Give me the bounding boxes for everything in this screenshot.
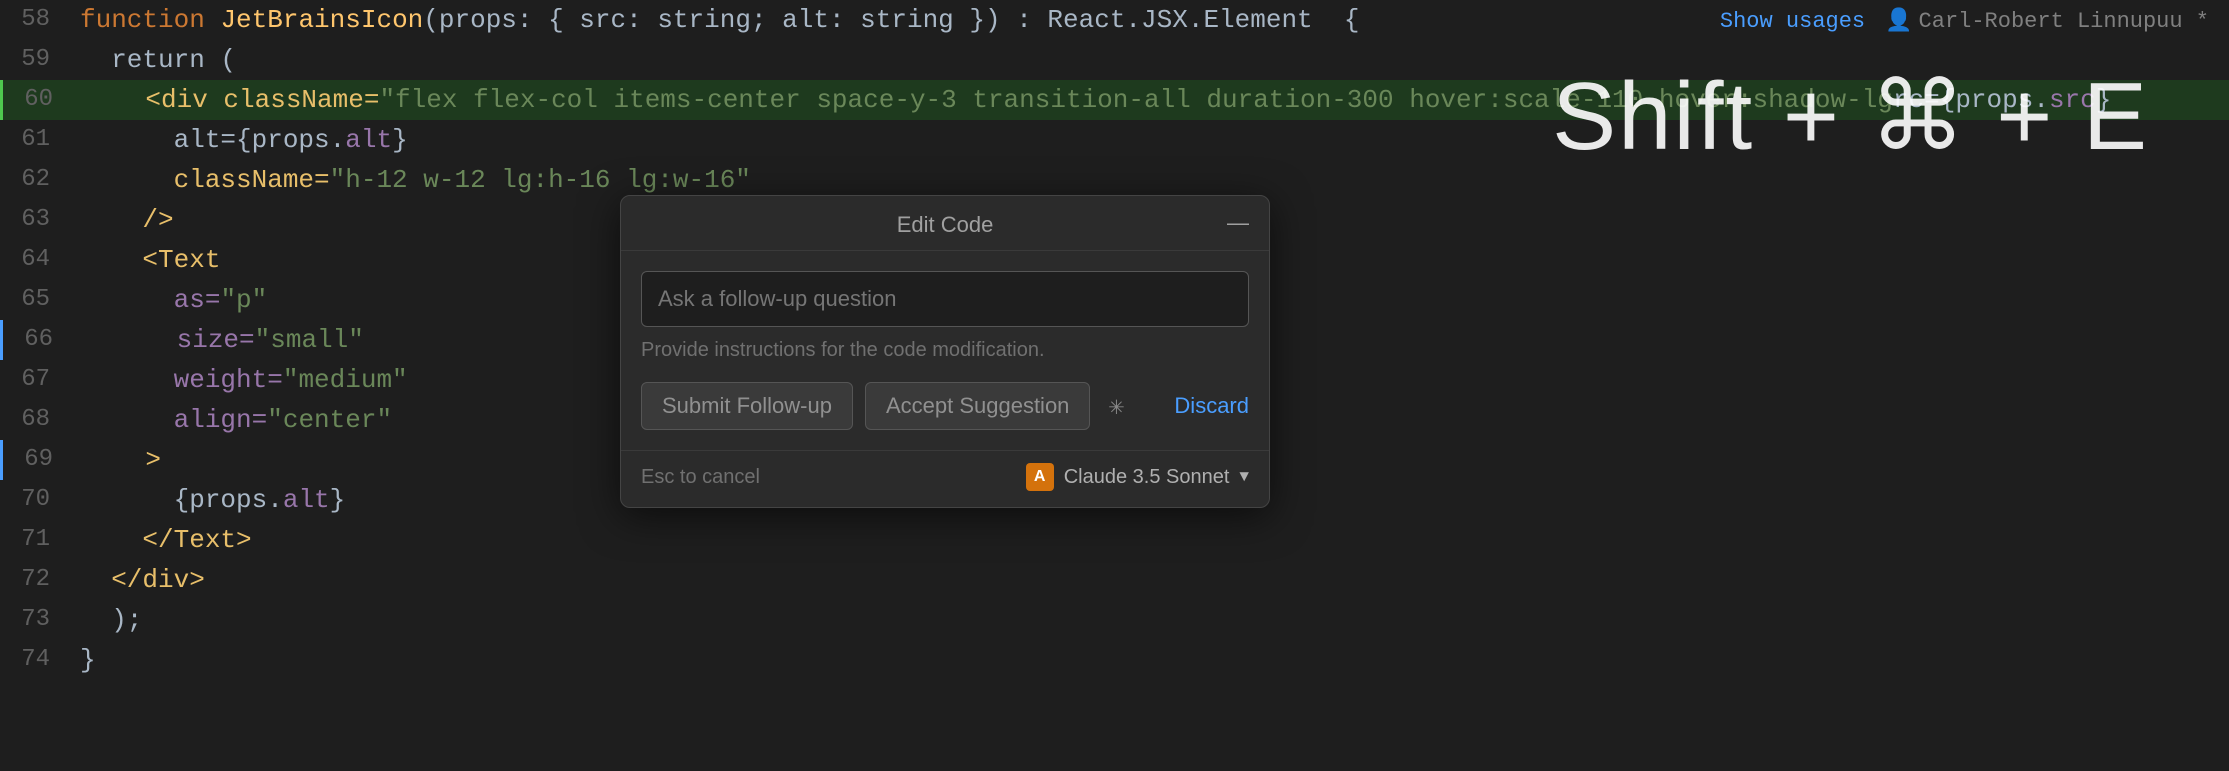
line-number: 62	[0, 160, 70, 200]
modal-actions: Submit Follow-up Accept Suggestion ✳ Dis…	[641, 382, 1249, 430]
show-usages-link[interactable]: Show usages	[1720, 9, 1865, 34]
edit-code-modal: Edit Code — Provide instructions for the…	[620, 195, 1270, 508]
modal-footer: Esc to cancel A Claude 3.5 Sonnet ▼	[621, 450, 1269, 507]
line-content: }	[70, 640, 2229, 680]
line-number: 73	[0, 600, 70, 640]
line-number: 59	[0, 40, 70, 80]
submit-followup-button[interactable]: Submit Follow-up	[641, 382, 853, 430]
line-number: 70	[0, 480, 70, 520]
line-number: 60	[3, 80, 73, 120]
accept-suggestion-button[interactable]: Accept Suggestion	[865, 382, 1090, 430]
spinner-icon: ✳	[1102, 392, 1130, 420]
modal-body: Provide instructions for the code modifi…	[621, 251, 1269, 450]
line-number: 64	[0, 240, 70, 280]
line-content: </div>	[70, 560, 2229, 600]
line-number: 61	[0, 120, 70, 160]
modal-title: Edit Code	[897, 212, 994, 238]
shortcut-overlay: Shift + ⌘ + E	[1552, 60, 2149, 172]
line-number: 63	[0, 200, 70, 240]
line-number: 67	[0, 360, 70, 400]
discard-button[interactable]: Discard	[1174, 393, 1249, 419]
author-info: 👤 Carl-Robert Linnupuu *	[1885, 8, 2209, 34]
line-number: 65	[0, 280, 70, 320]
line-number: 74	[0, 640, 70, 680]
followup-hint: Provide instructions for the code modifi…	[641, 339, 1249, 362]
model-name: Claude 3.5 Sonnet	[1064, 466, 1230, 489]
line-content: </Text>	[70, 520, 2229, 560]
code-line-73: 73 );	[0, 600, 2229, 640]
line-number: 68	[0, 400, 70, 440]
chevron-down-icon: ▼	[1239, 468, 1249, 486]
line-number: 71	[0, 520, 70, 560]
followup-input[interactable]	[641, 271, 1249, 327]
code-line-74: 74}	[0, 640, 2229, 680]
info-bar: Show usages 👤 Carl-Robert Linnupuu *	[1700, 0, 2229, 42]
line-number: 58	[0, 0, 70, 40]
model-selector[interactable]: A Claude 3.5 Sonnet ▼	[1026, 463, 1249, 491]
esc-hint: Esc to cancel	[641, 466, 760, 489]
line-number: 69	[3, 440, 73, 480]
code-line-72: 72 </div>	[0, 560, 2229, 600]
code-line-71: 71 </Text>	[0, 520, 2229, 560]
modal-close-button[interactable]: —	[1227, 212, 1249, 234]
model-icon: A	[1026, 463, 1054, 491]
line-number: 72	[0, 560, 70, 600]
modal-header: Edit Code —	[621, 196, 1269, 251]
author-icon: 👤	[1885, 8, 1912, 34]
line-content: );	[70, 600, 2229, 640]
line-number: 66	[3, 320, 73, 360]
